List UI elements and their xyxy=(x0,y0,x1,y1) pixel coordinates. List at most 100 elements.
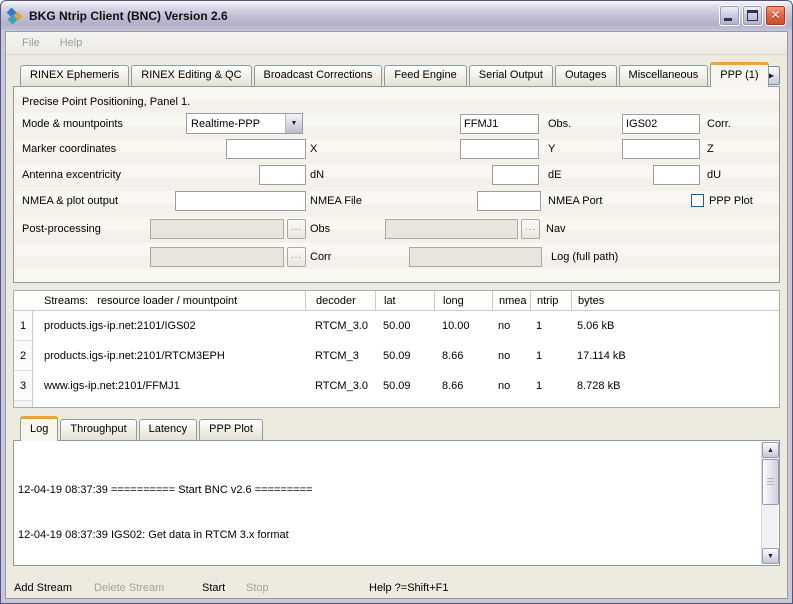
stop-button: Stop xyxy=(246,578,269,598)
marker-z-input[interactable] xyxy=(622,139,700,159)
post-nav-label: Nav xyxy=(546,219,566,239)
post-nav-input xyxy=(385,219,518,239)
x-label: X xyxy=(310,139,317,159)
corr-mountpoint-input[interactable] xyxy=(622,114,700,134)
table-row[interactable]: 3 www.igs-ip.net:2101/FFMJ1 RTCM_3.0 50.… xyxy=(14,371,779,401)
bnc-window: BKG Ntrip Client (BNC) Version 2.6 ✕ Fil… xyxy=(0,0,793,604)
tab-rinex-ephemeris[interactable]: RINEX Ephemeris xyxy=(20,65,129,86)
streams-table: Streams: resource loader / mountpoint de… xyxy=(13,290,780,408)
window-title: BKG Ntrip Client (BNC) Version 2.6 xyxy=(29,9,719,23)
post-obs-browse-button: ... xyxy=(287,219,306,239)
cell-bytes: 8.728 kB xyxy=(571,380,779,392)
app-icon xyxy=(7,8,24,24)
maximize-button[interactable] xyxy=(742,5,763,26)
tab-log[interactable]: Log xyxy=(20,416,58,441)
marker-x-input[interactable] xyxy=(226,139,306,159)
titlebar[interactable]: BKG Ntrip Client (BNC) Version 2.6 ✕ xyxy=(1,1,792,30)
scroll-down-icon[interactable]: ▼ xyxy=(762,548,779,564)
client-area: File Help RINEX Ephemeris RINEX Editing … xyxy=(5,31,788,599)
row-number: 3 xyxy=(14,371,33,401)
tab-rinex-editing-qc[interactable]: RINEX Editing & QC xyxy=(131,65,251,86)
cell-decoder: RTCM_3 xyxy=(305,350,375,362)
post-log-input xyxy=(409,247,542,267)
start-button[interactable]: Start xyxy=(202,578,225,598)
cell-nmea: no xyxy=(492,380,530,392)
cell-mountpoint: products.igs-ip.net:2101/RTCM3EPH xyxy=(33,350,305,362)
tab-broadcast-corrections[interactable]: Broadcast Corrections xyxy=(254,65,383,86)
row-number: 2 xyxy=(14,341,33,371)
cell-ntrip: 1 xyxy=(530,320,571,332)
mode-label: Mode & mountpoints xyxy=(22,114,123,134)
y-label: Y xyxy=(548,139,555,159)
menu-help[interactable]: Help xyxy=(50,37,93,49)
header-nmea: nmea xyxy=(492,291,530,310)
bottom-tabbar: Log Throughput Latency PPP Plot xyxy=(13,418,780,440)
cell-decoder: RTCM_3.0 xyxy=(305,320,375,332)
panel-caption: Precise Point Positioning, Panel 1. xyxy=(22,92,190,112)
cell-lat: 50.09 xyxy=(375,350,434,362)
du-label: dU xyxy=(707,165,721,185)
post-processing-label: Post-processing xyxy=(22,219,101,239)
table-row[interactable]: 1 products.igs-ip.net:2101/IGS02 RTCM_3.… xyxy=(14,311,779,341)
mode-select[interactable]: Realtime-PPP ▼ xyxy=(186,113,303,134)
header-bytes: bytes xyxy=(571,291,779,310)
z-label: Z xyxy=(707,139,714,159)
tab-latency[interactable]: Latency xyxy=(139,419,198,440)
cell-ntrip: 1 xyxy=(530,350,571,362)
corr-label: Corr. xyxy=(707,114,731,134)
obs-label: Obs. xyxy=(548,114,571,134)
header-ntrip: ntrip xyxy=(530,291,571,310)
ppp-plot-checkbox[interactable] xyxy=(691,194,704,207)
action-bar: Add Stream Delete Stream Start Stop Help… xyxy=(13,578,780,598)
tab-ppp-1[interactable]: PPP (1) xyxy=(710,62,768,87)
antenna-du-input[interactable] xyxy=(653,165,700,185)
nmea-port-label: NMEA Port xyxy=(548,191,602,211)
header-lat: lat xyxy=(375,291,434,310)
tab-ppp-plot[interactable]: PPP Plot xyxy=(199,419,263,440)
nmea-label: NMEA & plot output xyxy=(22,191,118,211)
marker-label: Marker coordinates xyxy=(22,139,116,159)
antenna-dn-input[interactable] xyxy=(259,165,306,185)
cell-nmea: no xyxy=(492,320,530,332)
scrollbar-thumb[interactable] xyxy=(762,459,779,505)
close-button[interactable]: ✕ xyxy=(765,5,786,26)
chevron-down-icon[interactable]: ▼ xyxy=(285,114,302,133)
de-label: dE xyxy=(548,165,561,185)
table-row[interactable]: 2 products.igs-ip.net:2101/RTCM3EPH RTCM… xyxy=(14,341,779,371)
add-stream-button[interactable]: Add Stream xyxy=(14,578,72,598)
log-line: 12-04-19 08:37:39 IGS02: Get data in RTC… xyxy=(18,528,759,543)
mode-select-value: Realtime-PPP xyxy=(187,118,285,130)
obs-mountpoint-input[interactable] xyxy=(460,114,539,134)
ppp-plot-label: PPP Plot xyxy=(709,191,753,211)
marker-y-input[interactable] xyxy=(460,139,539,159)
streams-table-header: Streams: resource loader / mountpoint de… xyxy=(14,291,779,311)
post-obs-label: Obs xyxy=(310,219,330,239)
cell-long: 10.00 xyxy=(434,320,492,332)
tab-throughput[interactable]: Throughput xyxy=(60,419,136,440)
cell-ntrip: 1 xyxy=(530,380,571,392)
row-number: 1 xyxy=(14,311,33,341)
ppp-panel: Precise Point Positioning, Panel 1. Mode… xyxy=(13,86,780,283)
header-decoder: decoder xyxy=(305,291,375,310)
nmea-port-input[interactable] xyxy=(477,191,541,211)
log-view[interactable]: 12-04-19 08:37:39 ========== Start BNC v… xyxy=(13,440,780,566)
tab-serial-output[interactable]: Serial Output xyxy=(469,65,553,86)
nmea-file-label: NMEA File xyxy=(310,191,362,211)
post-corr-browse-button: ... xyxy=(287,247,306,267)
tab-feed-engine[interactable]: Feed Engine xyxy=(384,65,466,86)
log-scrollbar[interactable]: ▲ ▼ xyxy=(761,442,778,564)
nmea-file-input[interactable] xyxy=(175,191,306,211)
menu-file[interactable]: File xyxy=(12,37,50,49)
top-tabbar: RINEX Ephemeris RINEX Editing & QC Broad… xyxy=(13,59,780,86)
tab-miscellaneous[interactable]: Miscellaneous xyxy=(619,65,709,86)
post-nav-browse-button: ... xyxy=(521,219,540,239)
cell-long: 8.66 xyxy=(434,350,492,362)
antenna-de-input[interactable] xyxy=(492,165,539,185)
tab-outages[interactable]: Outages xyxy=(555,65,617,86)
scroll-up-icon[interactable]: ▲ xyxy=(762,442,779,458)
delete-stream-button: Delete Stream xyxy=(94,578,164,598)
menubar: File Help xyxy=(6,32,787,55)
minimize-button[interactable] xyxy=(719,5,740,26)
dn-label: dN xyxy=(310,165,324,185)
post-obs-input xyxy=(150,219,284,239)
